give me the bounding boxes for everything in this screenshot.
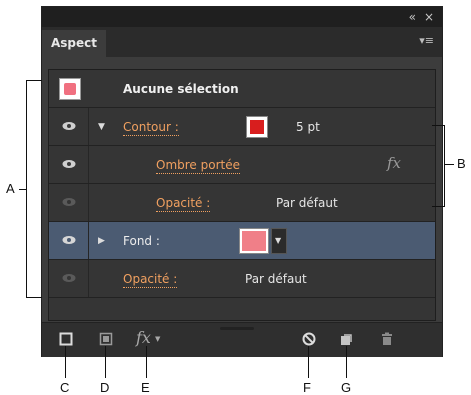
stroke-label[interactable]: Contour : xyxy=(123,119,179,136)
bottom-toolbar: fx ▼ xyxy=(42,322,442,357)
fx-icon[interactable]: fx xyxy=(387,155,401,171)
selection-label: Aucune sélection xyxy=(123,82,239,96)
callout-g-leader xyxy=(346,346,347,378)
drop-shadow-row[interactable]: Ombre portée fx xyxy=(49,146,435,184)
new-fill-icon[interactable] xyxy=(99,332,113,346)
callout-f: F xyxy=(303,380,311,395)
tab-aspect[interactable]: Aspect xyxy=(42,30,106,57)
callout-b-bracket xyxy=(444,125,445,207)
callout-e-leader xyxy=(146,346,147,378)
callout-b-bracket-bottom xyxy=(432,206,444,207)
callout-a: A xyxy=(6,181,15,196)
callout-e: E xyxy=(141,380,150,395)
fill-swatch-fill xyxy=(242,231,266,251)
callout-d-leader xyxy=(105,346,106,378)
callout-a-bracket xyxy=(26,80,27,298)
stroke-row[interactable]: ▼ Contour : 5 pt xyxy=(49,108,435,146)
callout-g: G xyxy=(341,380,352,395)
callout-a-bracket-top xyxy=(26,80,42,81)
callout-c: C xyxy=(60,380,70,395)
eye-icon[interactable] xyxy=(62,273,76,283)
fill-opacity-value: Par défaut xyxy=(245,272,307,286)
eye-icon[interactable] xyxy=(62,121,76,131)
stroke-swatch[interactable] xyxy=(246,116,268,138)
fill-label[interactable]: Fond : xyxy=(123,233,160,249)
callout-c-leader xyxy=(65,346,66,378)
resize-grip[interactable] xyxy=(220,327,254,330)
fill-swatch[interactable] xyxy=(239,228,269,254)
drop-shadow-label[interactable]: Ombre portée xyxy=(156,157,240,174)
appearance-list: Aucune sélection ▼ Contour : 5 pt Ombre … xyxy=(48,69,436,321)
stroke-weight-value[interactable]: 5 pt xyxy=(296,119,320,135)
close-icon[interactable]: × xyxy=(424,8,434,26)
callout-a-leader xyxy=(19,189,26,190)
stroke-opacity-value: Par défaut xyxy=(276,196,338,210)
eye-icon[interactable] xyxy=(62,235,76,245)
add-effect-fx-icon[interactable]: fx xyxy=(136,328,151,348)
tab-bar: Aspect ▾≡ xyxy=(42,27,442,57)
panel-menu-icon[interactable]: ▾≡ xyxy=(419,33,434,49)
trash-icon[interactable] xyxy=(380,332,394,346)
expand-triangle-icon[interactable]: ▼ xyxy=(98,119,105,135)
visibility-cell[interactable] xyxy=(49,260,89,297)
callout-b: B xyxy=(457,156,466,171)
collapse-icon[interactable]: « xyxy=(409,8,416,26)
fill-row[interactable]: ▶ Fond : ▼ xyxy=(49,222,435,260)
selection-swatch xyxy=(64,83,76,95)
expand-triangle-icon[interactable]: ▶ xyxy=(98,233,105,249)
stroke-opacity-label[interactable]: Opacité : xyxy=(156,195,211,212)
appearance-panel: « × Aspect ▾≡ Aucune sélection ▼ Contour… xyxy=(41,6,443,357)
panel-title-strip: « × xyxy=(42,7,442,27)
visibility-cell[interactable] xyxy=(49,184,89,221)
stroke-opacity-row[interactable]: Opacité : Par défaut xyxy=(49,184,435,222)
visibility-cell[interactable] xyxy=(49,146,89,183)
callout-b-leader xyxy=(444,164,454,165)
visibility-cell[interactable] xyxy=(49,222,89,259)
selection-row[interactable]: Aucune sélection xyxy=(49,70,435,108)
new-stroke-icon[interactable] xyxy=(59,332,73,346)
eye-icon[interactable] xyxy=(62,197,76,207)
fill-opacity-label[interactable]: Opacité : xyxy=(123,271,178,288)
visibility-cell[interactable] xyxy=(49,108,89,145)
duplicate-item-icon[interactable] xyxy=(340,332,354,346)
fill-opacity-row[interactable]: Opacité : Par défaut xyxy=(49,260,435,298)
callout-f-leader xyxy=(308,346,309,378)
chevron-down-icon: ▼ xyxy=(275,236,282,245)
selection-thumbnail xyxy=(59,78,81,100)
callout-b-bracket-top xyxy=(432,125,444,126)
clear-appearance-icon[interactable] xyxy=(302,332,316,346)
stroke-swatch-fill xyxy=(250,120,264,134)
chevron-down-icon: ▼ xyxy=(155,335,161,343)
callout-a-bracket-bottom xyxy=(26,297,42,298)
callout-d: D xyxy=(100,380,110,395)
fill-dropdown-button[interactable]: ▼ xyxy=(271,228,287,254)
eye-icon[interactable] xyxy=(62,159,76,169)
